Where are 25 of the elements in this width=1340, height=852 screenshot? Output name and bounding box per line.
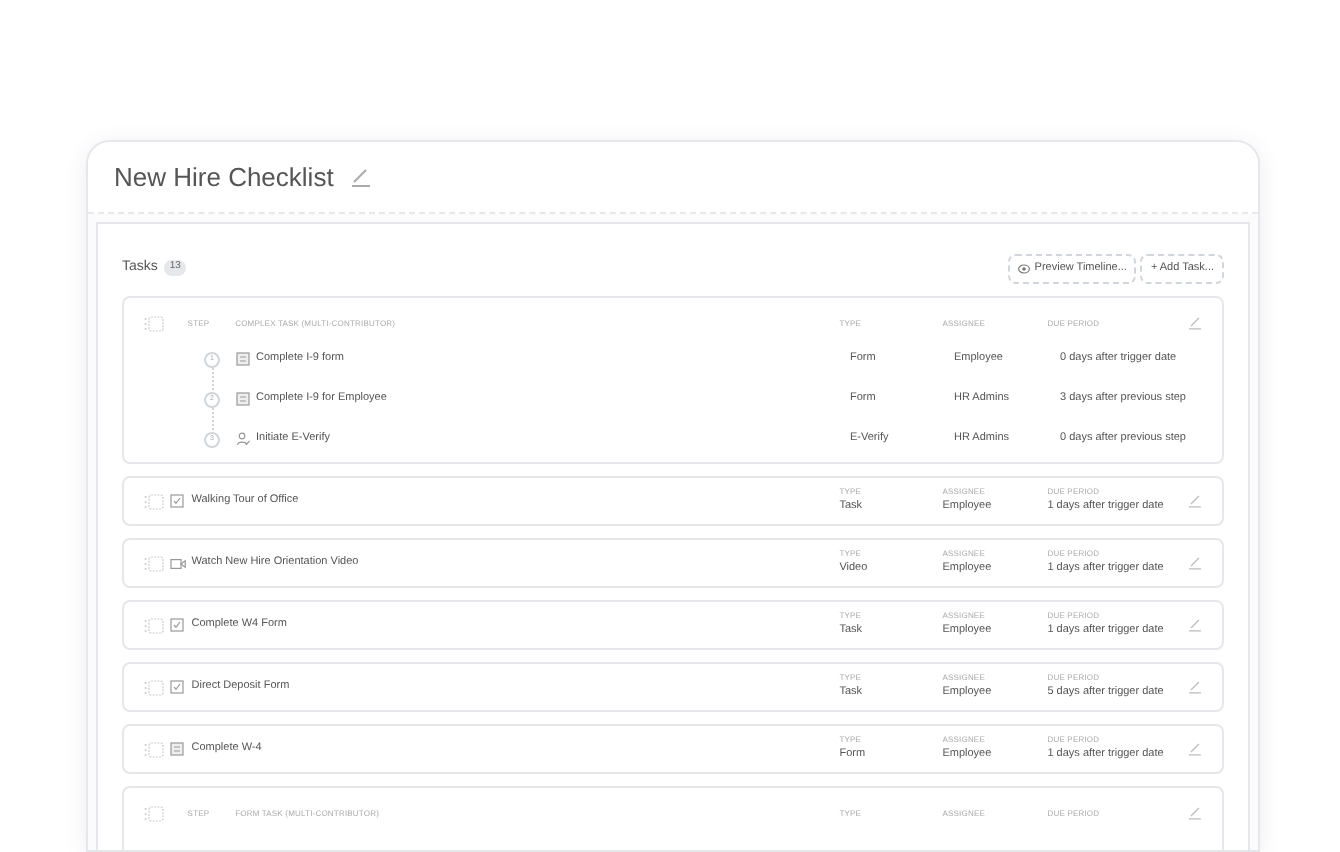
edit-icon[interactable]: [1188, 316, 1202, 330]
form-icon: [169, 742, 184, 756]
drag-select-icon[interactable]: [144, 741, 164, 757]
drag-select-icon[interactable]: [144, 679, 164, 695]
form-icon: [236, 352, 250, 366]
page-title: New Hire Checklist: [114, 159, 334, 196]
edit-icon[interactable]: [1188, 556, 1202, 570]
edit-icon[interactable]: [1188, 806, 1202, 820]
eye-icon: [1018, 263, 1031, 273]
checkbox-icon: [169, 680, 184, 694]
video-icon: [169, 557, 186, 569]
person-check-icon: [236, 432, 250, 446]
drag-select-icon[interactable]: [144, 555, 164, 571]
checkbox-icon: [169, 494, 184, 508]
edit-icon[interactable]: [1188, 494, 1202, 508]
form-icon: [236, 392, 250, 406]
drag-select-icon[interactable]: [144, 315, 164, 331]
drag-select-icon[interactable]: [144, 493, 164, 509]
drag-select-icon[interactable]: [144, 805, 164, 821]
edit-icon[interactable]: [1188, 618, 1202, 632]
edit-icon[interactable]: [349, 166, 372, 188]
checkbox-icon: [169, 618, 184, 632]
edit-icon[interactable]: [1188, 680, 1202, 694]
edit-icon[interactable]: [1188, 742, 1202, 756]
drag-select-icon[interactable]: [144, 617, 164, 633]
